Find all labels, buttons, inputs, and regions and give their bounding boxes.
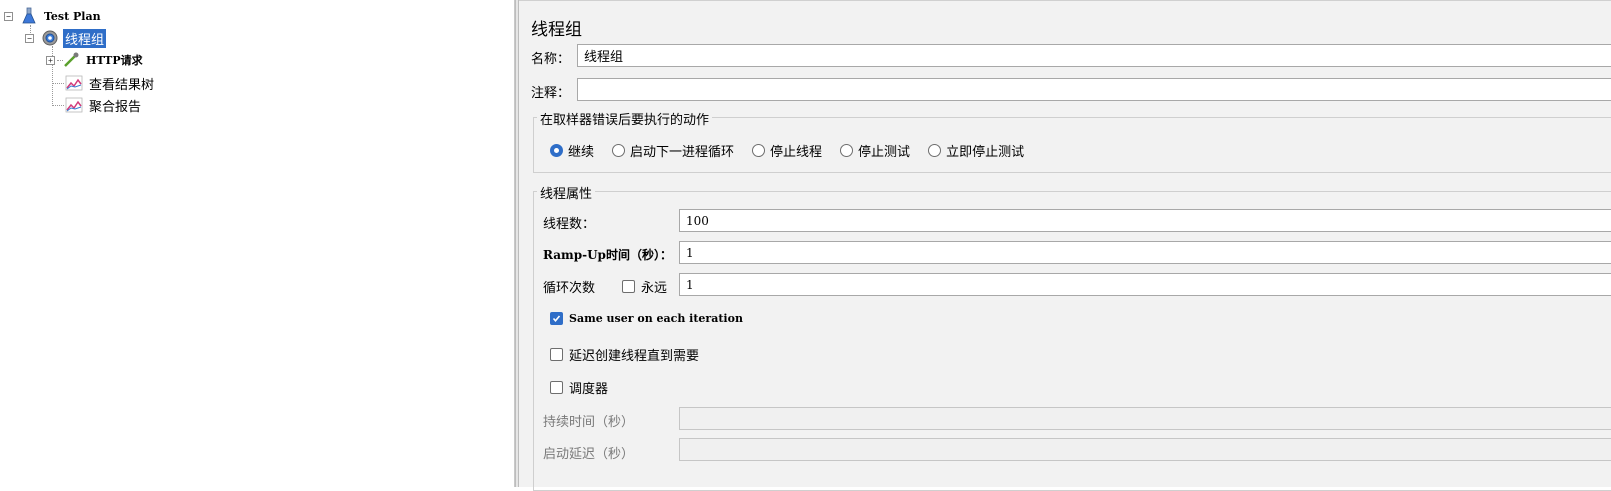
tree-node-label: Test Plan (44, 9, 101, 23)
collapse-toggle[interactable]: − (25, 33, 34, 43)
num-threads-label: 线程数： (543, 217, 596, 232)
panel-title: 线程组 (531, 20, 582, 40)
rampup-label: Ramp-Up时间（秒）： (543, 248, 672, 262)
scheduler-label: 调度器 (569, 382, 609, 397)
same-user-checkbox[interactable] (550, 312, 563, 325)
radio-continue[interactable]: 继续 (550, 141, 594, 160)
tree-node-label: 查看结果树 (89, 77, 155, 93)
radio-stop-test-now[interactable]: 立即停止测试 (928, 141, 1024, 160)
test-plan-tree: − Test Plan − 线程组 + HTTP请求 查看结果树 聚合报告 (0, 0, 515, 487)
duration-input[interactable] (679, 407, 1611, 430)
forever-label: 永远 (641, 281, 668, 296)
collapse-toggle[interactable]: − (4, 11, 13, 21)
delay-create-label: 延迟创建线程直到需要 (569, 349, 700, 364)
error-action-legend: 在取样器错误后要执行的动作 (537, 109, 713, 128)
tree-node-label: 线程组 (63, 28, 107, 48)
radio-label: 停止线程 (770, 145, 823, 160)
num-threads-input[interactable]: 100 (679, 209, 1611, 232)
comment-input[interactable] (577, 78, 1611, 101)
rampup-input[interactable]: 1 (679, 241, 1611, 264)
tree-node-http-request[interactable]: + HTTP请求 (46, 50, 145, 70)
pipette-icon (61, 50, 81, 70)
delay-create-row[interactable]: 延迟创建线程直到需要 (550, 345, 699, 364)
expand-toggle[interactable]: + (46, 55, 55, 65)
tree-node-thread-group[interactable]: − 线程组 (25, 28, 107, 48)
tree-node-label: HTTP请求 (86, 54, 143, 67)
thread-properties-legend: 线程属性 (537, 183, 596, 202)
flask-icon (19, 6, 39, 26)
loop-count-label: 循环次数 (543, 281, 596, 296)
radio-button-checked[interactable] (550, 144, 563, 157)
same-user-label: Same user on each iteration (569, 312, 743, 325)
same-user-row[interactable]: Same user on each iteration (550, 312, 743, 325)
tree-node-aggregate-report[interactable]: 聚合报告 (64, 95, 143, 115)
radio-label: 启动下一进程循环 (630, 145, 735, 160)
scheduler-row[interactable]: 调度器 (550, 378, 608, 397)
forever-checkbox[interactable] (622, 280, 635, 293)
scheduler-checkbox[interactable] (550, 381, 563, 394)
comment-label: 注释： (531, 86, 571, 101)
radio-stop-thread[interactable]: 停止线程 (752, 141, 822, 160)
forever-checkbox-row[interactable]: 永远 (622, 277, 667, 296)
radio-button[interactable] (752, 144, 766, 157)
radio-label: 停止测试 (858, 145, 911, 160)
loop-count-input[interactable]: 1 (679, 273, 1611, 296)
radio-label: 继续 (568, 145, 595, 160)
radio-button[interactable] (928, 144, 942, 157)
gear-icon (40, 28, 60, 48)
delay-create-checkbox[interactable] (550, 348, 563, 361)
tree-connector (52, 83, 64, 84)
radio-stop-test[interactable]: 停止测试 (840, 141, 910, 160)
chart-icon (64, 73, 84, 93)
tree-node-view-results-tree[interactable]: 查看结果树 (64, 73, 156, 93)
startup-delay-input[interactable] (679, 438, 1611, 461)
radio-button[interactable] (612, 144, 626, 157)
thread-group-editor: 线程组 名称： 线程组 注释： 在取样器错误后要执行的动作 继续 启动下一进程循… (519, 0, 1611, 491)
error-action-options: 继续 启动下一进程循环 停止线程 停止测试 立即停止测试 (550, 141, 1042, 160)
duration-label: 持续时间（秒） (543, 415, 635, 430)
name-label: 名称： (531, 52, 571, 67)
radio-label: 立即停止测试 (946, 145, 1025, 160)
startup-delay-label: 启动延迟（秒） (543, 447, 635, 462)
chart-icon (64, 95, 84, 115)
radio-button[interactable] (840, 144, 854, 157)
name-input[interactable]: 线程组 (577, 44, 1611, 67)
tree-node-test-plan[interactable]: − Test Plan (4, 6, 103, 26)
radio-start-next-loop[interactable]: 启动下一进程循环 (612, 141, 734, 160)
check-icon (552, 315, 561, 323)
tree-connector (52, 105, 64, 106)
tree-node-label: 聚合报告 (89, 99, 142, 115)
